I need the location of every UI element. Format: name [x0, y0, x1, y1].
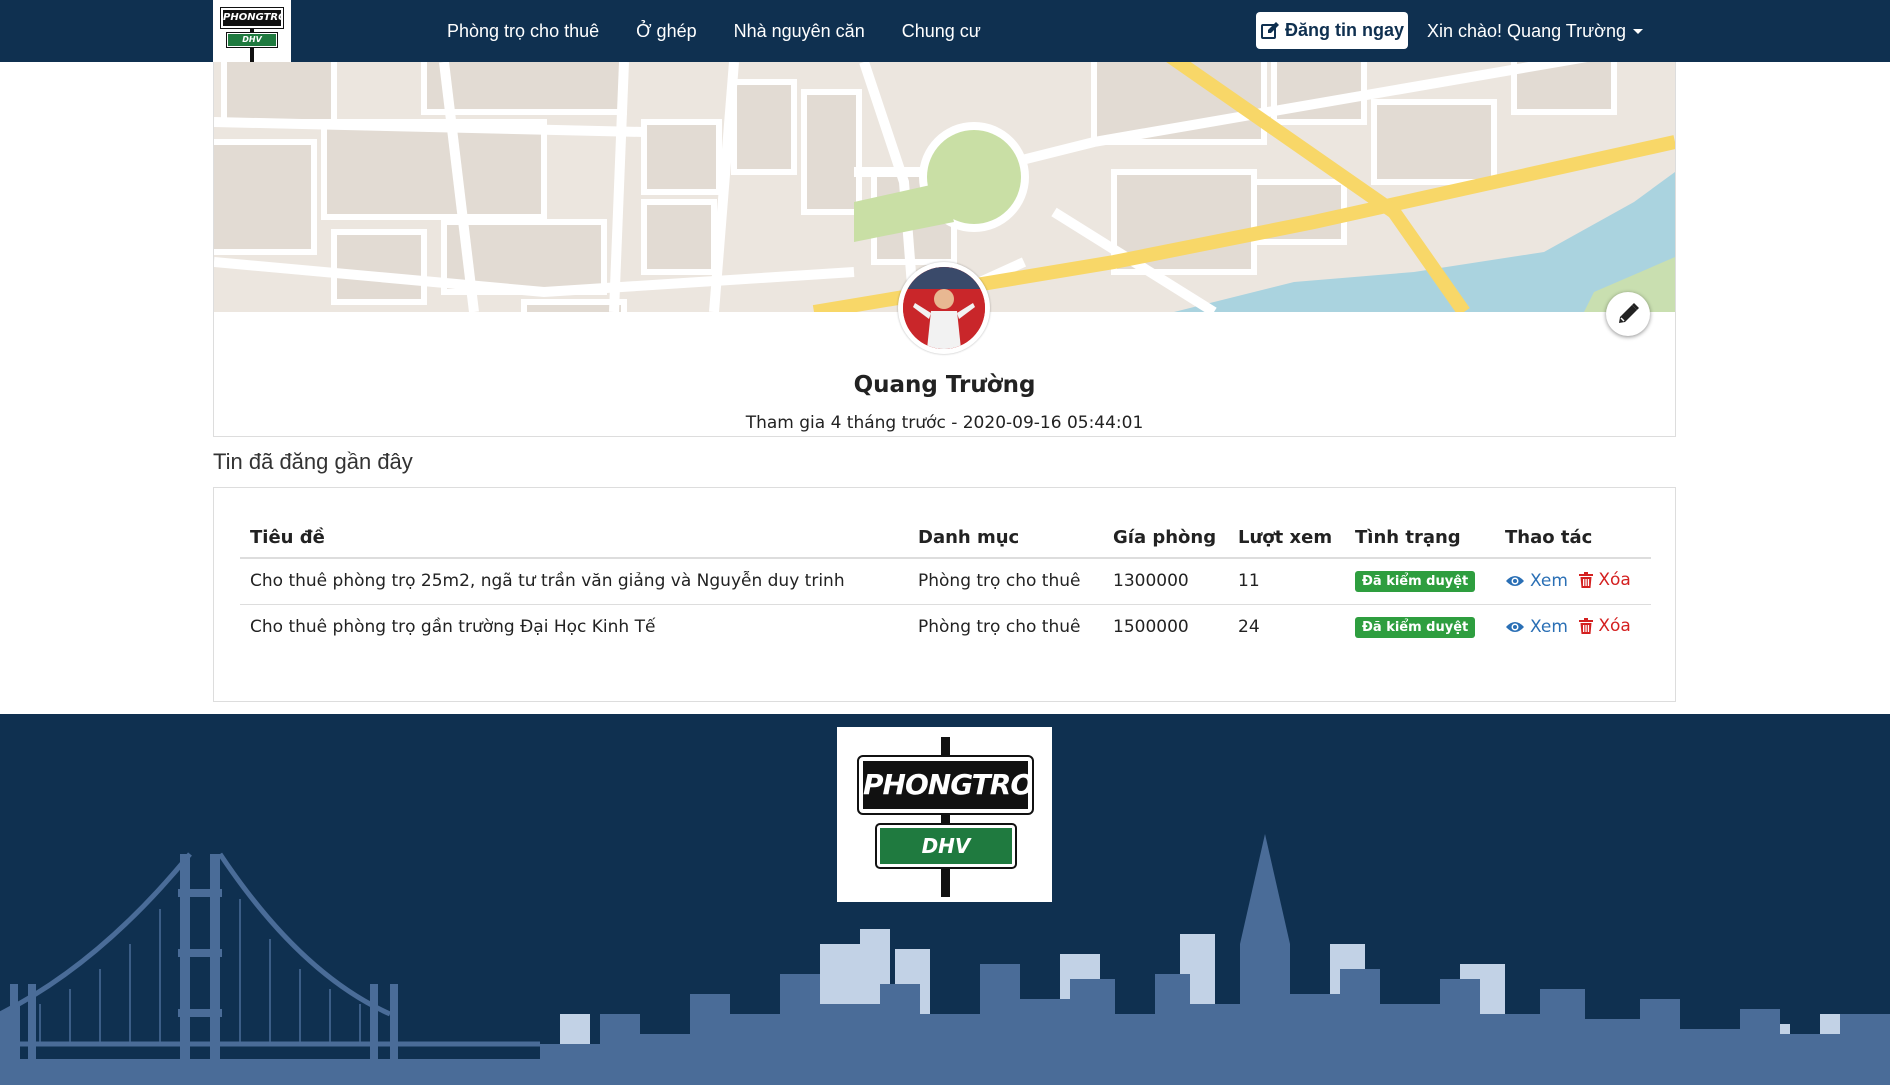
edit-square-icon	[1260, 21, 1279, 39]
eye-icon	[1506, 621, 1524, 632]
profile-name: Quang Trường	[853, 372, 1036, 398]
user-avatar	[898, 262, 990, 354]
footer-logo-text-top: PHONGTRO	[857, 755, 1034, 815]
col-views: Lượt xem	[1228, 518, 1345, 559]
view-post-button[interactable]: Xem	[1505, 571, 1568, 591]
recent-posts-card: Tiêu đề Danh mục Gía phòng Lượt xem Tình…	[213, 487, 1676, 702]
status-badge: Đã kiểm duyệt	[1355, 617, 1476, 639]
post-title: Cho thuê phòng trọ gần trường Đại Học Ki…	[250, 617, 656, 638]
col-category: Danh mục	[908, 518, 1103, 559]
post-category: Phòng trọ cho thuê	[908, 558, 1103, 605]
delete-label: Xóa	[1598, 615, 1631, 636]
profile-joined-date: Tham gia 4 tháng trước - 2020-09-16 05:4…	[745, 413, 1144, 433]
view-post-button[interactable]: Xem	[1505, 617, 1568, 637]
nav-o-ghep[interactable]: Ở ghép	[636, 21, 696, 42]
trash-icon	[1579, 617, 1594, 634]
delete-post-button[interactable]: Xóa	[1579, 615, 1631, 636]
post-price: 1300000	[1103, 558, 1228, 605]
recent-posts-table: Tiêu đề Danh mục Gía phòng Lượt xem Tình…	[240, 518, 1651, 650]
post-listing-button[interactable]: Đăng tin ngay	[1256, 12, 1408, 49]
site-logo[interactable]: PHONGTRO DHV	[213, 0, 291, 62]
table-row: Cho thuê phòng trọ 25m2, ngã tư trần văn…	[240, 558, 1651, 605]
delete-label: Xóa	[1598, 569, 1631, 590]
logo-text-top: PHONGTRO	[220, 7, 287, 29]
status-badge: Đã kiểm duyệt	[1355, 571, 1476, 593]
post-listing-label: Đăng tin ngay	[1284, 20, 1404, 40]
nav-phong-tro[interactable]: Phòng trọ cho thuê	[447, 21, 599, 42]
post-category: Phòng trọ cho thuê	[918, 617, 1081, 638]
post-actions-cell: Xem Xóa	[1495, 604, 1651, 650]
recent-posts-heading: Tin đã đăng gần đây	[213, 449, 413, 474]
profile-card: Quang Trường Tham gia 4 tháng trước - 20…	[213, 62, 1676, 437]
post-status-cell: Đã kiểm duyệt	[1345, 558, 1495, 605]
delete-post-button[interactable]: Xóa	[1579, 569, 1631, 590]
site-footer: PHONGTRO DHV	[0, 714, 1890, 1085]
main-nav: Phòng trọ cho thuê Ở ghép Nhà nguyên căn…	[447, 0, 1018, 62]
eye-icon	[1506, 575, 1524, 586]
footer-logo[interactable]: PHONGTRO DHV	[837, 727, 1052, 902]
greeting-text: Xin chào! Quang Trường	[1427, 20, 1626, 41]
post-title: Cho thuê phòng trọ 25m2, ngã tư trần văn…	[240, 558, 908, 605]
post-views: 11	[1228, 558, 1345, 605]
col-title: Tiêu đề	[240, 518, 908, 559]
nav-chung-cu[interactable]: Chung cư	[902, 21, 981, 42]
top-navbar: PHONGTRO DHV Phòng trọ cho thuê Ở ghép N…	[0, 0, 1890, 62]
logo-text-bottom: DHV	[226, 32, 278, 48]
table-header-row: Tiêu đề Danh mục Gía phòng Lượt xem Tình…	[240, 518, 1651, 559]
avatar-photo	[903, 267, 985, 349]
caret-down-icon	[1632, 28, 1643, 34]
col-status: Tình trạng	[1345, 518, 1495, 559]
col-price: Gía phòng	[1103, 518, 1228, 559]
post-actions-cell: Xem Xóa	[1495, 558, 1651, 605]
post-status-cell: Đã kiểm duyệt	[1345, 604, 1495, 650]
nav-nha-nguyen-can[interactable]: Nhà nguyên căn	[734, 21, 865, 42]
col-actions: Thao tác	[1495, 518, 1651, 559]
edit-profile-button[interactable]	[1606, 292, 1650, 336]
user-menu-toggle[interactable]: Xin chào! Quang Trường	[1427, 0, 1643, 62]
trash-icon	[1579, 571, 1594, 588]
post-price: 1500000	[1113, 617, 1189, 638]
footer-logo-text-bottom: DHV	[875, 823, 1017, 869]
view-label: Xem	[1530, 570, 1568, 591]
view-label: Xem	[1530, 616, 1568, 637]
post-views: 24	[1238, 617, 1260, 638]
pencil-icon	[1619, 303, 1639, 323]
table-row: Cho thuê phòng trọ gần trường Đại Học Ki…	[240, 604, 1651, 650]
